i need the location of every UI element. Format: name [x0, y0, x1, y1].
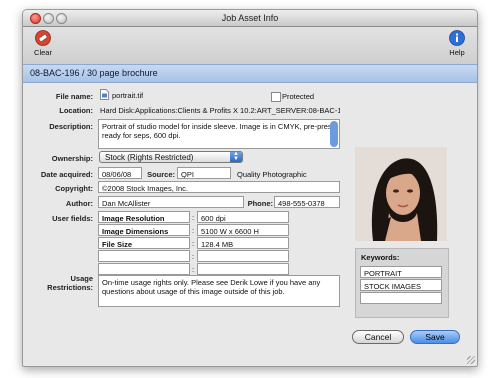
protected-label: Protected: [282, 92, 315, 101]
resize-grip-icon[interactable]: [467, 356, 475, 364]
job-title: 08-BAC-196 / 30 page brochure: [30, 68, 158, 78]
user-fields-label: User fields:: [52, 214, 93, 223]
location-label: Location:: [59, 106, 93, 115]
user-field-name[interactable]: Image Dimensions: [98, 224, 190, 236]
colon-separator: :: [192, 226, 195, 235]
ownership-label: Ownership:: [51, 154, 93, 163]
keywords-panel: Keywords: PORTRAIT STOCK IMAGES: [355, 248, 449, 318]
user-field-name[interactable]: Image Resolution: [98, 211, 190, 223]
description-scrollbar[interactable]: [330, 121, 338, 147]
user-field-value[interactable]: [197, 263, 289, 275]
usage-label-line2: Restrictions:: [47, 283, 93, 292]
keyword-field[interactable]: STOCK IMAGES: [360, 279, 442, 291]
usage-label-line1: Usage: [70, 274, 93, 283]
save-button[interactable]: Save: [410, 330, 460, 344]
colon-separator: :: [192, 265, 195, 274]
file-name-value: portrait.tif: [112, 91, 144, 100]
eraser-icon: [35, 30, 51, 46]
user-field-value[interactable]: 600 dpi: [197, 211, 289, 223]
phone-label: Phone:: [247, 199, 273, 208]
window-title: Job Asset Info: [221, 13, 279, 23]
file-name-label: File name:: [55, 92, 93, 101]
help-label: Help: [449, 48, 465, 57]
description-textarea[interactable]: Portrait of studio model for inside slee…: [98, 119, 340, 149]
toolbar: Clear Help: [23, 27, 477, 64]
portrait-photo: [355, 147, 447, 241]
colon-separator: :: [192, 213, 195, 222]
ownership-select[interactable]: Stock (Rights Restricted) ▲ ▼: [99, 151, 243, 163]
help-button[interactable]: Help: [442, 30, 472, 57]
date-acquired-label: Date acquired:: [40, 170, 93, 179]
clear-button[interactable]: Clear: [28, 30, 58, 57]
source-field[interactable]: QPI: [177, 167, 231, 179]
protected-checkbox[interactable]: [271, 92, 281, 102]
colon-separator: :: [192, 239, 195, 248]
description-label: Description:: [49, 122, 93, 131]
copyright-label: Copyright:: [55, 184, 93, 193]
clear-label: Clear: [34, 48, 52, 57]
phone-field[interactable]: 498-555-0378: [274, 196, 340, 208]
keyword-field[interactable]: [360, 292, 442, 304]
info-icon: [449, 30, 465, 46]
source-label: Source:: [147, 170, 175, 179]
tiff-file-icon: [100, 89, 109, 100]
popup-arrows-icon: ▲ ▼: [230, 151, 242, 162]
user-field-name[interactable]: [98, 263, 190, 275]
ownership-value: Stock (Rights Restricted): [105, 153, 194, 162]
keywords-label: Keywords:: [361, 253, 400, 262]
colon-separator: :: [192, 252, 195, 261]
location-value: Hard Disk:Applications:Clients & Profits…: [100, 106, 340, 115]
user-field-name[interactable]: [98, 250, 190, 262]
date-acquired-field[interactable]: 08/06/08: [98, 167, 142, 179]
job-asset-info-window: Job Asset Info Clear Help 08-BAC-196 / 3…: [22, 9, 478, 367]
description-text: Portrait of studio model for inside slee…: [102, 122, 336, 140]
user-field-value[interactable]: 5100 W x 6600 H: [197, 224, 289, 236]
author-field[interactable]: Dan McAllister: [98, 196, 244, 208]
title-bar[interactable]: Job Asset Info: [23, 10, 477, 27]
source-description: Quality Photographic: [237, 170, 307, 179]
user-field-name[interactable]: File Size: [98, 237, 190, 249]
keyword-field[interactable]: PORTRAIT: [360, 266, 442, 278]
usage-restrictions-textarea[interactable]: On-time usage rights only. Please see De…: [98, 275, 340, 307]
user-field-value[interactable]: 128.4 MB: [197, 237, 289, 249]
user-field-value[interactable]: [197, 250, 289, 262]
cancel-button[interactable]: Cancel: [352, 330, 404, 344]
author-label: Author:: [65, 199, 93, 208]
copyright-field[interactable]: ©2008 Stock Images, Inc.: [98, 181, 340, 193]
job-header-bar: 08-BAC-196 / 30 page brochure: [23, 64, 477, 83]
asset-preview-image: [355, 147, 447, 241]
